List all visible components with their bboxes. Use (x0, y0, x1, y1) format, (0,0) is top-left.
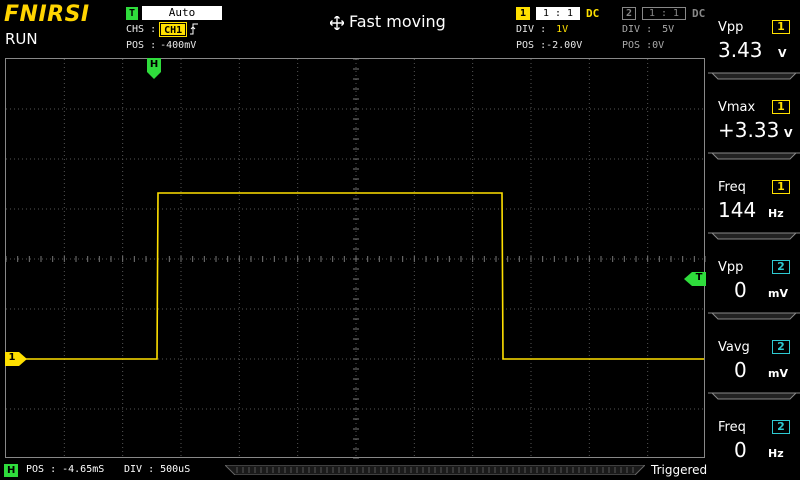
measurement-channel: 2 (772, 260, 790, 274)
measurement-label: Vpp (718, 260, 744, 275)
ch2-div-label: DIV : (622, 23, 653, 35)
ch1-marker-label: 1 (8, 352, 16, 363)
measurement-label: Vmax (718, 100, 756, 115)
ch1-pos-value[interactable]: -2.00V (546, 40, 582, 51)
measurement-unit: mV (768, 367, 788, 380)
trigger-pos-value[interactable]: -400mV (160, 40, 196, 51)
ch1-div-label: DIV : (516, 23, 547, 35)
divider (708, 392, 800, 400)
measurement-label: Vavg (718, 340, 750, 355)
measurement-value: 144 (718, 198, 757, 222)
measurement-3[interactable]: Freq 1 144 Hz (708, 160, 800, 240)
waveform-display[interactable] (5, 58, 706, 459)
measurement-channel: 1 (772, 100, 790, 114)
ch1-badge[interactable]: 1 (516, 6, 530, 20)
ch1-settings[interactable]: 1 1 : 1 DC DIV : 1V POS : -2.00V (516, 6, 599, 54)
ch1-div-value[interactable]: 1V (556, 24, 568, 35)
ch2-coupling[interactable]: DC (692, 7, 705, 20)
measurement-1[interactable]: Vpp 1 3.43 V (708, 0, 800, 80)
measurement-value: 0 (734, 358, 747, 382)
ch2-settings[interactable]: 2 1 : 1 DC DIV : 5V POS : 0V (622, 6, 705, 54)
trigger-source-label: CHS : (126, 23, 157, 35)
measurement-sidebar: Vpp 1 3.43 V Vmax 1 +3.33 V Freq 1 144 H… (708, 0, 800, 480)
measurement-unit: Hz (768, 447, 784, 460)
timebase-badge: H (4, 464, 19, 477)
move-arrows-icon (329, 14, 345, 31)
measurement-value: 3.43 (718, 38, 763, 62)
timebase-position[interactable]: POS : -4.65mS (26, 464, 104, 475)
ch1-probe-ratio[interactable]: 1 : 1 (536, 6, 580, 20)
measurement-value: 0 (734, 438, 747, 462)
trigger-mode[interactable]: Auto (142, 6, 223, 20)
measurement-4[interactable]: Vpp 2 0 mV (708, 240, 800, 320)
ch2-div-value[interactable]: 5V (662, 24, 674, 35)
measurement-2[interactable]: Vmax 1 +3.33 V (708, 80, 800, 160)
memory-position-bar (225, 465, 645, 475)
measurement-value: 0 (734, 278, 747, 302)
trigger-status: Triggered (651, 463, 708, 477)
brand-logo: FNIRSI (4, 2, 90, 27)
ch2-probe-ratio[interactable]: 1 : 1 (642, 6, 686, 20)
trigger-marker-label: T (695, 272, 703, 283)
measurement-label: Freq (718, 420, 746, 435)
move-mode[interactable]: Fast moving (329, 12, 446, 31)
measurement-channel: 2 (772, 420, 790, 434)
status-bar: H POS : -4.65mS DIV : 500uS Triggered (0, 461, 800, 480)
trigger-panel[interactable]: T Auto CHS : CH1 POS : -400mV (126, 6, 223, 54)
measurement-channel: 2 (772, 340, 790, 354)
move-mode-label: Fast moving (349, 12, 446, 31)
measurement-channel: 1 (772, 20, 790, 34)
trigger-pos-label: POS : (126, 39, 157, 51)
trigger-source-value[interactable]: CH1 (159, 21, 188, 37)
timebase-div[interactable]: DIV : 500uS (124, 464, 190, 475)
ch2-badge[interactable]: 2 (622, 6, 636, 20)
divider (708, 232, 800, 240)
ch1-coupling[interactable]: DC (586, 7, 599, 20)
trigger-badge: T (126, 6, 139, 20)
divider (708, 72, 800, 80)
rising-edge-icon[interactable] (190, 23, 199, 35)
divider (708, 312, 800, 320)
ch2-pos-value[interactable]: 0V (652, 40, 664, 51)
ch1-offset-marker[interactable]: 1 (5, 351, 27, 366)
ch2-pos-label: POS : (622, 39, 653, 51)
ch1-pos-label: POS : (516, 39, 547, 51)
measurement-label: Vpp (718, 20, 744, 35)
trigger-level-marker[interactable]: T (684, 271, 706, 286)
measurement-value: +3.33 (718, 118, 780, 142)
measurement-label: Freq (718, 180, 746, 195)
measurement-channel: 1 (772, 180, 790, 194)
measurement-5[interactable]: Vavg 2 0 mV (708, 320, 800, 400)
graticule (6, 59, 706, 459)
h-position-marker[interactable]: H (147, 58, 161, 80)
h-marker-label: H (149, 59, 159, 70)
measurement-unit: Hz (768, 207, 784, 220)
measurement-unit: mV (768, 287, 788, 300)
measurement-unit: V (778, 47, 787, 60)
measurement-unit: V (784, 127, 793, 140)
divider (708, 152, 800, 160)
run-state[interactable]: RUN (5, 30, 38, 48)
